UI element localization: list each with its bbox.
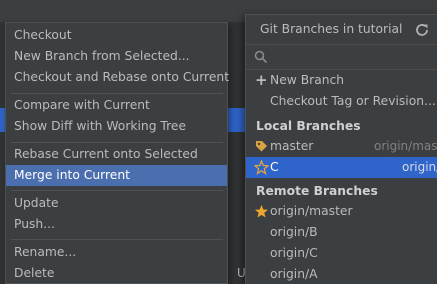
branch-name: origin/B xyxy=(270,225,318,239)
remote-branches-header: Remote Branches xyxy=(256,184,378,198)
menu-separator xyxy=(11,142,223,143)
menu-item-new-branch-from-selected[interactable]: New Branch from Selected... xyxy=(6,46,227,67)
menu-item-merge-into-current[interactable]: Merge into Current xyxy=(6,165,227,186)
menu-item-rebase-current[interactable]: Rebase Current onto Selected xyxy=(6,144,227,165)
branch-search-input[interactable] xyxy=(272,48,436,68)
menu-item-show-diff[interactable]: Show Diff with Working Tree xyxy=(6,116,227,137)
branch-name: origin/master xyxy=(270,204,353,218)
menu-item-update[interactable]: Update xyxy=(6,193,227,214)
branch-name: C xyxy=(270,160,279,174)
menu-item-rename[interactable]: Rename... xyxy=(6,242,227,263)
action-checkout-tag[interactable]: Checkout Tag or Revision... xyxy=(246,91,437,112)
star-icon[interactable] xyxy=(254,204,269,219)
tracking-branch: origin/master xyxy=(374,139,437,153)
menu-item-delete[interactable]: Delete xyxy=(6,263,227,284)
action-label: Checkout Tag or Revision... xyxy=(270,94,436,108)
popup-title: Git Branches in tutorial xyxy=(260,22,403,36)
menu-item-checkout-and-rebase[interactable]: Checkout and Rebase onto Current xyxy=(6,67,229,88)
action-label: New Branch xyxy=(270,73,345,87)
tag-icon xyxy=(256,141,267,152)
search-icon xyxy=(254,50,268,64)
ide-screen: U Checkout New Branch from Selected... C… xyxy=(0,0,437,284)
menu-item-compare-with-current[interactable]: Compare with Current xyxy=(6,95,227,116)
menu-separator xyxy=(11,93,223,94)
local-branches-header: Local Branches xyxy=(256,119,361,133)
star-outline-icon[interactable] xyxy=(254,160,269,175)
branch-name: origin/C xyxy=(270,246,318,260)
menu-separator xyxy=(11,190,223,191)
action-new-branch[interactable]: + New Branch xyxy=(246,70,437,91)
search-bar xyxy=(246,44,437,70)
refresh-icon[interactable] xyxy=(414,22,430,38)
tracking-branch: origin/C xyxy=(402,160,437,174)
remote-branch-origin-c[interactable]: origin/C xyxy=(246,243,437,264)
branch-name: master xyxy=(270,139,314,153)
git-branches-popup: Git Branches in tutorial + New Branch Ch… xyxy=(245,14,437,284)
local-branch-c[interactable]: C origin/C xyxy=(246,157,437,178)
menu-item-checkout[interactable]: Checkout xyxy=(6,25,227,46)
branch-name: origin/A xyxy=(270,267,318,281)
local-branch-master[interactable]: master origin/master xyxy=(246,136,437,157)
menu-separator xyxy=(11,239,223,240)
remote-branch-origin-b[interactable]: origin/B xyxy=(246,222,437,243)
menu-item-push[interactable]: Push... xyxy=(6,214,227,235)
plus-icon: + xyxy=(255,71,268,89)
remote-branch-origin-a[interactable]: origin/A xyxy=(246,264,437,284)
remote-branch-origin-master[interactable]: origin/master xyxy=(246,201,437,222)
branch-context-menu: Checkout New Branch from Selected... Che… xyxy=(5,22,229,284)
